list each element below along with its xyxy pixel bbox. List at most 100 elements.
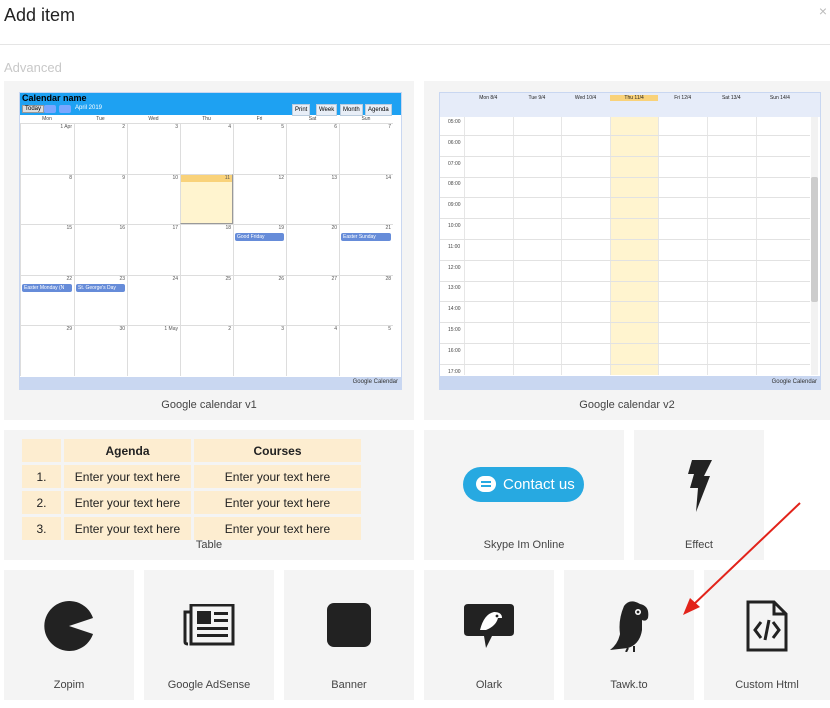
card-label: Table [195,539,223,551]
table-cell: 1. [22,465,61,488]
day-number: 4 [228,124,231,130]
contact-us-button-preview: Contact us [463,467,584,502]
day-number: 18 [225,225,231,232]
card-label: Google AdSense [167,679,251,691]
hour-line [440,280,810,282]
card-olark[interactable]: Olark [424,570,554,700]
weekday-label: Fri [256,116,263,122]
html-file-icon [746,600,788,652]
day-cell: 6 [286,123,339,174]
day-number: 10 [172,174,178,181]
day-cell: 25 [180,274,233,326]
day-number: 15 [66,225,72,232]
print-button: Print [292,104,311,116]
day-number: 25 [225,275,231,282]
day-number: 28 [385,275,391,282]
pacman-icon [44,601,93,651]
hour-line [440,155,810,157]
time-label: 12:00 [448,264,461,271]
day-number: 6 [334,124,337,130]
day-number: 1 Apr [60,124,72,130]
card-custom-html[interactable]: Custom Html [704,570,830,700]
card-label: Olark [475,679,503,691]
day-cell: 2 [74,123,127,174]
card-google-adsense[interactable]: Google AdSense [144,570,274,700]
table-row: 2. Enter your text here Enter your text … [22,491,361,514]
hour-line [440,301,810,303]
calendar-event: Good Friday [235,233,284,242]
card-label: Google calendar v1 [161,399,257,411]
time-label: 14:00 [448,306,461,313]
hour-line [440,135,810,136]
close-icon[interactable]: × [819,3,827,19]
weekday-label: Mon [42,116,52,122]
olark-bird-icon [464,604,514,648]
time-label: 07:00 [448,160,461,167]
dialog-title: Add item [4,5,76,25]
contact-us-label: Contact us [503,476,575,493]
day-number: 7 [388,124,391,130]
day-number: 2 [228,326,231,333]
card-label: Custom Html [735,679,799,691]
day-cell: 19 [233,224,286,275]
calendar-footer: Google Calendar [440,376,820,389]
table-preview: Agenda Courses 1. Enter your text here E… [19,436,364,543]
time-label: 11:00 [448,243,461,250]
weekday-label: Thu [202,116,211,122]
parrot-icon [610,601,649,652]
day-header: Wed 10/4 [574,95,597,101]
day-number: 11 [224,174,230,181]
day-cell: 24 [127,274,180,326]
day-header: Sun 14/4 [769,95,790,101]
view-agenda: Agenda [365,104,392,116]
time-label: 08:00 [448,181,461,188]
card-zopim[interactable]: Zopim [4,570,134,700]
month-grid: 1 Apr 2 3 4 5 6 7 8 9 10 11 12 13 14 15 16 17 18 19 20 21 22 2… [20,123,401,376]
chat-bubble-icon [476,476,496,492]
prev-arrow-icon [44,105,56,113]
day-number: 30 [119,326,125,333]
card-google-calendar-v1[interactable]: Calendar name Today April 2019 Print Wee… [4,81,414,420]
view-month: Month [340,104,363,116]
card-label: Tawk.to [610,679,648,691]
weekday-label: Sat [308,116,317,122]
day-cell: 12 [233,173,286,225]
calendar-event: Easter Monday (N [22,283,72,292]
card-effect[interactable]: Effect [634,430,764,560]
day-number: 8 [69,174,72,181]
hour-line [440,322,810,324]
day-cell: 22 [20,274,74,326]
hour-line [440,363,810,365]
calendar-v1-preview: Calendar name Today April 2019 Print Wee… [19,92,402,390]
day-number: 3 [281,326,284,333]
week-header: Mon 8/4 Tue 9/4 Wed 10/4 Thu 11/4 Fri 12/4 Sa… [440,93,820,117]
day-header: Tue 9/4 [528,95,546,101]
day-cell: 17 [127,224,180,275]
day-number: 9 [122,174,125,181]
card-tawk-to[interactable]: Tawk.to [564,570,694,700]
day-cell: 14 [339,173,393,225]
day-cell: 3 [127,123,180,174]
card-table[interactable]: Agenda Courses 1. Enter your text here E… [4,430,414,560]
day-cell: 3 [233,325,286,376]
scrollbar [811,117,818,375]
section-label-advanced: Advanced [4,60,62,75]
day-cell: 27 [286,274,339,326]
square-icon [327,603,371,647]
table-row: 3. Enter your text here Enter your text … [22,517,361,540]
google-calendar-logo: Google Calendar [771,379,817,385]
calendar-event: St. George's Day [76,283,125,292]
day-cell: 11 [180,173,233,225]
day-number: 29 [66,326,72,333]
day-cell: 20 [286,224,339,275]
time-label: 13:00 [448,285,461,292]
card-google-calendar-v2[interactable]: Mon 8/4 Tue 9/4 Wed 10/4 Thu 11/4 Fri 12/4 Sa… [424,81,830,420]
card-skype-im-online[interactable]: Contact us Skype Im Online [424,430,624,560]
hour-line [440,259,810,261]
card-banner[interactable]: Banner [284,570,414,700]
header-divider [0,44,830,45]
hour-line [440,176,810,178]
calendar-footer: Google Calendar [20,377,401,389]
calendar-event: Easter Sunday [341,233,391,242]
hour-line [440,239,810,240]
